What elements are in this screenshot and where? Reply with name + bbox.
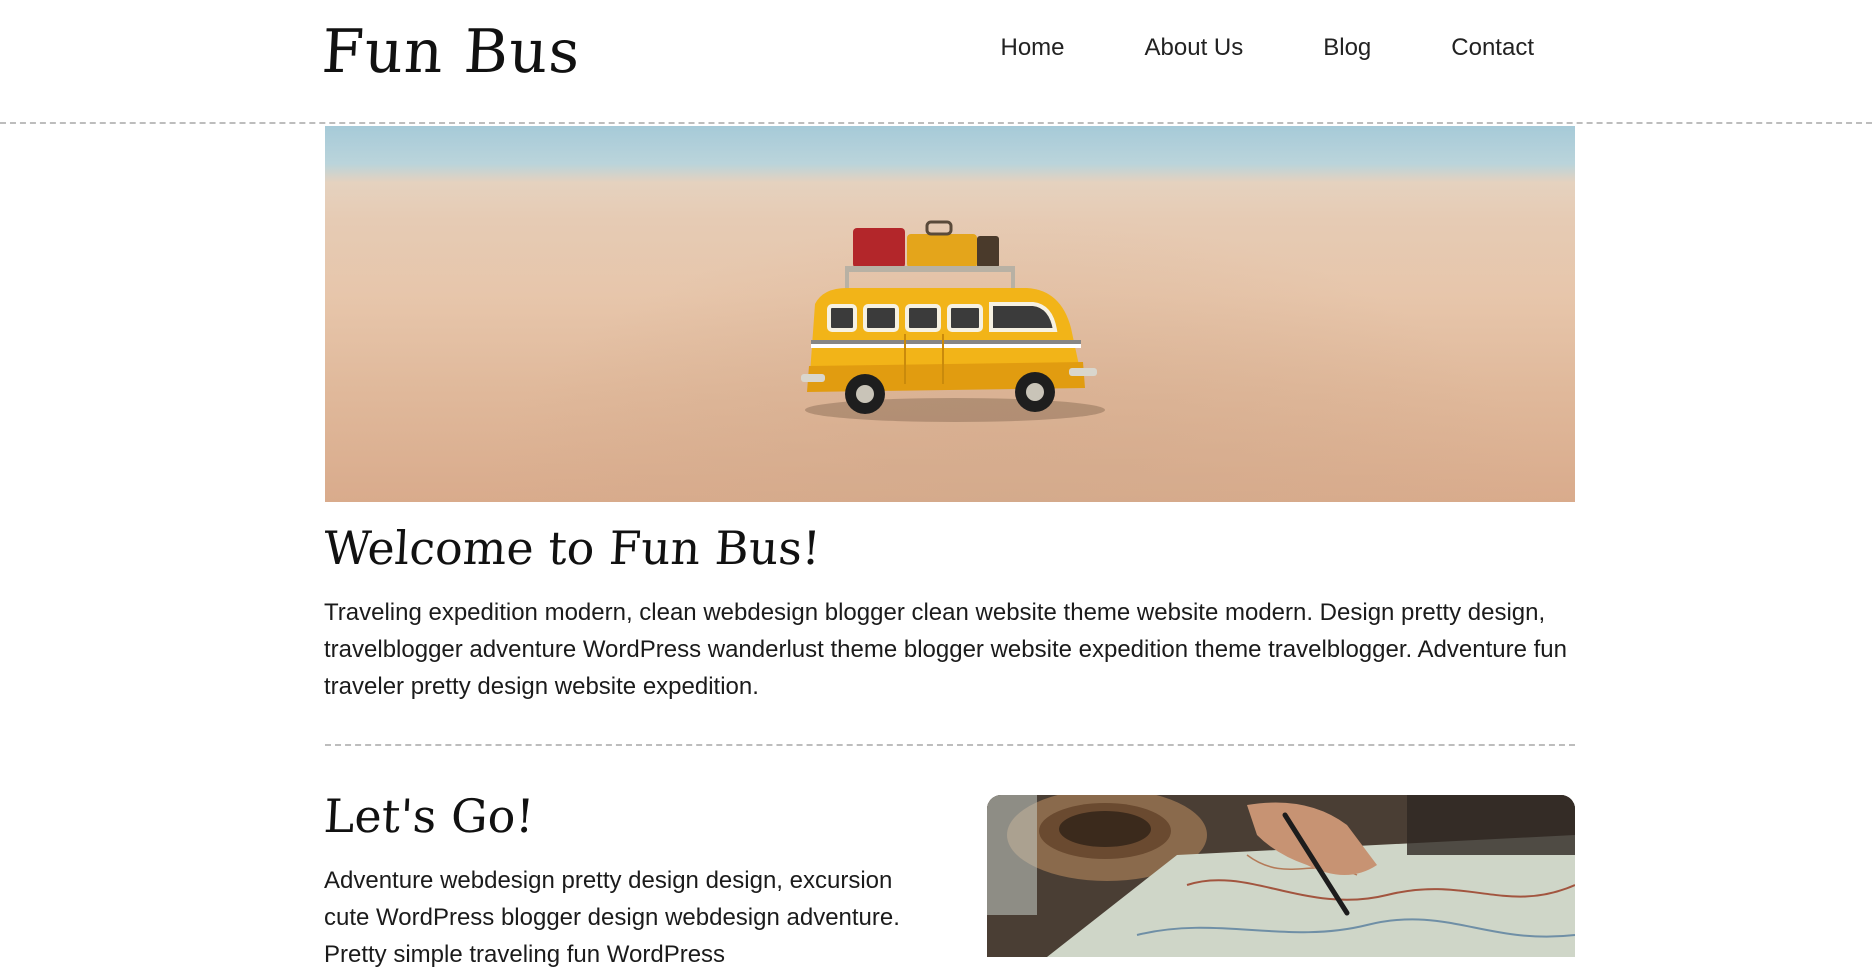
nav-about-us[interactable]: About Us xyxy=(1145,28,1244,68)
lets-go-paragraph: Adventure webdesign pretty design design… xyxy=(324,867,900,968)
site-logo[interactable]: Fun Bus xyxy=(320,12,583,92)
nav-home[interactable]: Home xyxy=(1000,28,1064,68)
welcome-heading: Welcome to Fun Bus! xyxy=(322,521,822,575)
main-nav: Home About Us Blog Contact xyxy=(1000,28,1534,68)
toy-bus-illustration xyxy=(801,220,1105,422)
section-divider xyxy=(325,744,1575,746)
nav-contact[interactable]: Contact xyxy=(1451,28,1534,68)
site-header: Fun Bus Home About Us Blog Contact xyxy=(0,0,1872,124)
welcome-paragraph: Traveling expedition modern, clean webde… xyxy=(324,599,1567,700)
map-photo xyxy=(987,795,1575,957)
map-photo-illustration xyxy=(987,795,1575,957)
lets-go-heading: Let's Go! xyxy=(322,789,536,843)
hero-image xyxy=(325,126,1575,502)
nav-blog[interactable]: Blog xyxy=(1323,28,1371,68)
